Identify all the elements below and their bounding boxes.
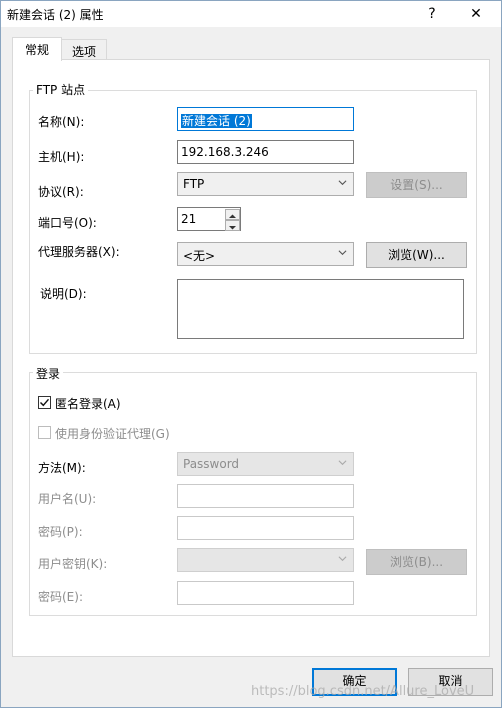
protocol-label: 协议(R): bbox=[38, 185, 84, 199]
help-icon[interactable]: ? bbox=[422, 4, 442, 24]
password-input[interactable] bbox=[177, 516, 354, 540]
user-key-label: 用户密钥(K): bbox=[38, 557, 108, 571]
chevron-down-icon bbox=[338, 556, 347, 562]
username-label: 用户名(U): bbox=[38, 492, 97, 506]
port-label: 端口号(O): bbox=[38, 216, 97, 230]
spin-down-icon bbox=[229, 226, 236, 230]
username-input[interactable] bbox=[177, 484, 354, 508]
auth-agent-checkbox[interactable] bbox=[38, 426, 51, 439]
password-label: 密码(P): bbox=[38, 525, 83, 539]
method-select-value: Password bbox=[183, 457, 240, 471]
login-group-title: 登录 bbox=[33, 365, 64, 382]
tab-general[interactable]: 常规 bbox=[12, 37, 62, 61]
browse-proxy-button[interactable]: 浏览(W)... bbox=[366, 242, 467, 268]
window-title: 新建会话 (2) 属性 bbox=[7, 8, 104, 22]
chevron-down-icon bbox=[338, 180, 347, 186]
host-input[interactable]: 192.168.3.246 bbox=[177, 140, 354, 164]
method-label: 方法(M): bbox=[38, 461, 86, 475]
port-decrement-button[interactable] bbox=[225, 220, 240, 231]
method-select[interactable]: Password bbox=[177, 452, 354, 476]
proxy-label: 代理服务器(X): bbox=[38, 245, 120, 259]
passphrase-input[interactable] bbox=[177, 581, 354, 605]
name-input-value: 新建会话 (2) bbox=[181, 114, 252, 128]
proxy-select-value: <无> bbox=[183, 249, 216, 263]
name-input[interactable]: 新建会话 (2) bbox=[177, 107, 354, 131]
port-input-value: 21 bbox=[181, 212, 197, 226]
proxy-select[interactable]: <无> bbox=[177, 242, 354, 266]
port-increment-button[interactable] bbox=[225, 209, 240, 220]
passphrase-label: 密码(E): bbox=[38, 590, 83, 604]
close-icon[interactable]: ✕ bbox=[466, 4, 486, 24]
ftp-site-group-title: FTP 站点 bbox=[33, 81, 89, 98]
anonymous-login-label: 匿名登录(A) bbox=[55, 397, 121, 411]
tab-options[interactable]: 选项 bbox=[61, 39, 107, 61]
auth-agent-label: 使用身份验证代理(G) bbox=[55, 427, 170, 441]
description-label: 说明(D): bbox=[40, 287, 87, 301]
chevron-down-icon bbox=[338, 250, 347, 256]
title-bar[interactable]: 新建会话 (2) 属性 ? ✕ bbox=[1, 1, 501, 27]
check-icon bbox=[40, 398, 50, 407]
protocol-select-value: FTP bbox=[183, 177, 205, 191]
description-textarea[interactable] bbox=[177, 279, 464, 339]
name-label: 名称(N): bbox=[38, 115, 85, 129]
tab-panel-general: FTP 站点 名称(N): 新建会话 (2) 主机(H): 192.168.3.… bbox=[12, 59, 490, 657]
tab-label: 常规 bbox=[24, 43, 49, 57]
user-key-select[interactable] bbox=[177, 548, 354, 572]
browse-key-button[interactable]: 浏览(B)... bbox=[366, 549, 467, 575]
host-label: 主机(H): bbox=[38, 150, 85, 164]
chevron-down-icon bbox=[338, 460, 347, 466]
anonymous-login-checkbox[interactable] bbox=[38, 396, 51, 409]
tab-label: 选项 bbox=[71, 45, 96, 59]
properties-dialog: 新建会话 (2) 属性 ? ✕ 常规 选项 FTP 站点 名称(N): 新建会话… bbox=[0, 0, 502, 708]
settings-button[interactable]: 设置(S)... bbox=[366, 172, 467, 198]
protocol-select[interactable]: FTP bbox=[177, 172, 354, 196]
watermark-text: https://blog.csdn.net/Allure_LoveU bbox=[251, 684, 475, 699]
